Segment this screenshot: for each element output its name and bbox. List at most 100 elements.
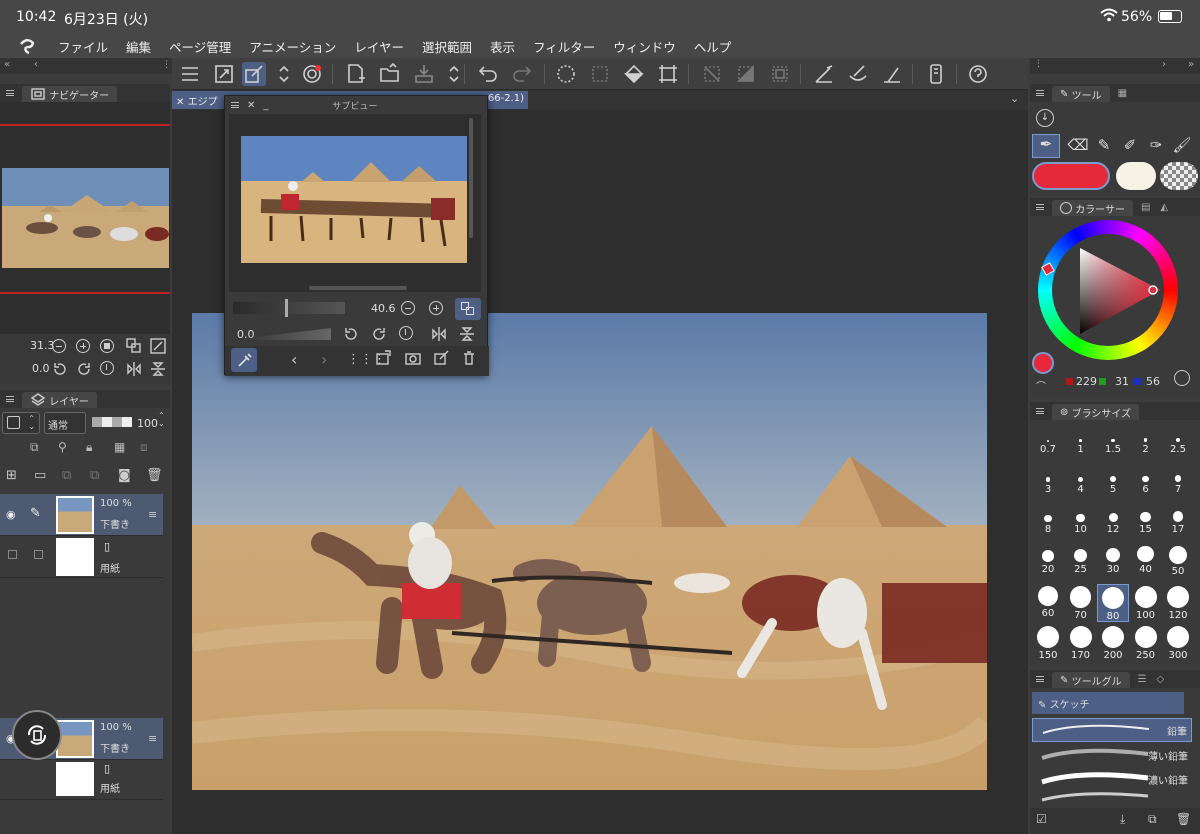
device-settings-icon[interactable] [924,62,948,86]
chevron-right-icon[interactable]: › [1162,59,1166,70]
menu-edit[interactable]: 編集 [126,37,151,56]
record-timelapse-icon[interactable] [300,62,324,86]
sub-color-swatch[interactable] [1116,162,1156,190]
menu-page[interactable]: ページ管理 [169,37,231,56]
rotate-left-icon[interactable] [343,326,359,342]
blend-mode-select[interactable]: 通常 [44,412,86,434]
open-file-icon[interactable] [378,62,402,86]
subview-scrollbar-horizontal[interactable] [309,286,407,290]
next-image-icon[interactable]: › [321,350,327,369]
subview-image-area[interactable] [229,114,481,292]
sub-tool-next-partial[interactable] [1032,792,1192,802]
eraser-group-tab-icon[interactable]: ◇ [1157,674,1165,685]
deselect-icon[interactable] [700,62,724,86]
previous-image-icon[interactable]: ‹ [291,350,297,369]
new-canvas-icon[interactable] [344,62,368,86]
clip-layer-icon[interactable]: ⧉ [30,440,39,455]
brush-size-1.5[interactable]: 1.5 [1097,424,1129,462]
brush-size-100[interactable]: 100 [1130,584,1162,622]
brush-size-300[interactable]: 300 [1162,624,1194,662]
marker-tool-icon[interactable]: ✐ [1116,136,1144,154]
pencil-tool-icon[interactable]: ✎ [1090,136,1118,154]
brush-size-50[interactable]: 50 [1162,544,1194,582]
dock-grip-icon[interactable]: ⋮ [1034,59,1043,69]
copy-layer-icon[interactable]: ⧉ [62,468,71,483]
tool-property-tab-icon[interactable]: ☰ [1138,674,1147,685]
undo-icon[interactable] [476,62,500,86]
eyedropper-icon[interactable] [231,348,257,372]
artwork-canvas[interactable] [192,313,987,790]
navigator-zoom-value[interactable]: 31.3 [30,339,55,352]
lock-transparency-icon[interactable]: ▦ [114,440,125,454]
color-set-tab-icon[interactable]: ▤ [1141,202,1150,213]
snap-ruler-icon[interactable] [846,62,870,86]
loading-spinner-icon[interactable] [554,62,578,86]
merge-layer-icon[interactable]: ⧉ [90,468,99,483]
download-icon[interactable]: ↓ [1036,109,1054,127]
flip-horizontal-icon[interactable] [431,326,447,342]
current-color-indicator[interactable] [1032,352,1054,374]
close-subview-icon[interactable]: ✕ [247,100,255,111]
delete-layer-icon[interactable]: 🗑︎ [146,468,163,483]
color-slider-tab-icon[interactable]: ◭ [1160,202,1168,213]
brush-size-150[interactable]: 150 [1032,624,1064,662]
brush-size-170[interactable]: 170 [1065,624,1097,662]
menu-window[interactable]: ウィンドウ [613,37,676,56]
minimize-subview-icon[interactable]: _ [263,100,268,111]
visibility-eye-icon[interactable]: ◉ [6,508,16,521]
blue-channel-value[interactable]: 56 [1146,375,1160,388]
pen-tool-icon[interactable]: ✒ [1032,134,1060,158]
layer-color-select[interactable]: ⌃ ⌄ [2,412,40,434]
navigator-preview[interactable] [0,102,170,334]
quick-access-button[interactable] [12,710,62,760]
layer-row-paper[interactable]: ▯ 用紙 [0,536,163,578]
brush-size-10[interactable]: 10 [1065,504,1097,542]
menu-filter[interactable]: フィルター [533,37,595,56]
tool-group-selected[interactable]: ✎ スケッチ [1032,692,1184,714]
reset-rotation-icon[interactable] [399,326,413,340]
brush-size-5[interactable]: 5 [1097,464,1129,502]
subview-zoom-value[interactable]: 40.6 [371,302,396,315]
invert-selection-icon[interactable] [734,62,758,86]
ruler-icon[interactable] [812,62,836,86]
panel-menu-icon[interactable] [1036,408,1044,414]
menu-icon[interactable] [178,62,202,86]
zoom-in-icon[interactable] [76,339,90,353]
fit-window-icon[interactable] [126,338,142,354]
menu-animation[interactable]: アニメーション [249,37,336,56]
link-navigator-icon[interactable] [455,298,481,320]
sub-tool-dark-pencil[interactable]: 濃い鉛筆 [1032,768,1192,792]
brush-size-120[interactable]: 120 [1162,584,1194,622]
reference-layer-icon[interactable]: ⚲ [58,440,67,454]
fit-canvas-icon[interactable] [212,62,236,86]
sub-tool-settings-icon[interactable]: ☑ [1036,812,1047,826]
red-channel-value[interactable]: 229 [1076,375,1097,388]
panel-menu-icon[interactable] [231,102,239,108]
brush-size-250[interactable]: 250 [1130,624,1162,662]
panel-menu-icon[interactable] [1036,676,1044,682]
help-icon[interactable] [966,62,990,86]
subview-zoom-slider[interactable] [233,299,345,317]
menu-selection[interactable]: 選択範囲 [422,37,472,56]
brush-size-80[interactable]: 80 [1097,584,1129,622]
tab-list-chevron-icon[interactable]: ⌄ [1010,92,1019,105]
import-image-icon[interactable] [375,350,391,366]
blend-tool-icon[interactable]: 🖌︎ [1168,136,1196,154]
color-picker-toggle-icon[interactable]: ⌒ [1036,378,1046,393]
new-layer-icon[interactable]: ⊞ [6,468,17,483]
clear-icon[interactable] [588,62,612,86]
layer-row-draft[interactable]: ◉ ✎ 100 % 下書き ≡ [0,494,163,536]
green-channel-value[interactable]: 31 [1115,375,1129,388]
rotate-left-icon[interactable] [52,361,68,377]
edit-image-icon[interactable] [433,350,449,366]
select-all-icon[interactable] [768,62,792,86]
import-sub-tool-icon[interactable]: ⤓ [1120,812,1125,827]
panel-menu-icon[interactable] [1036,90,1044,96]
lock-checkbox[interactable] [34,550,43,559]
brush-size-0.7[interactable]: 0.7 [1032,424,1064,462]
main-color-swatch[interactable] [1032,162,1110,190]
chevron-left-icon[interactable]: ‹ [34,59,38,70]
panel-menu-icon[interactable] [6,396,14,402]
flip-horizontal-icon[interactable] [126,361,142,377]
duplicate-sub-tool-icon[interactable]: ⧉ [1148,812,1157,827]
